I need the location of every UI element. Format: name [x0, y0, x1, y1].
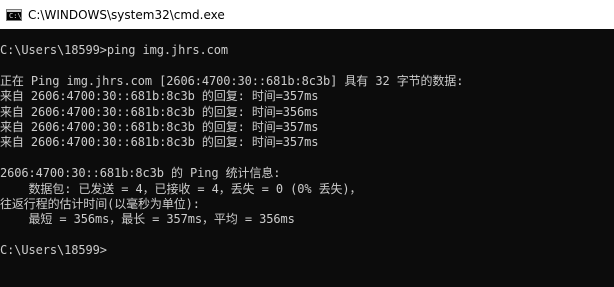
- console-line-prompt[interactable]: C:\Users\18599>: [0, 243, 614, 258]
- console-line-reply: 来自 2606:4700:30::681b:8c3b 的回复: 时间=357ms: [0, 135, 319, 150]
- console-line-ping-header: 正在 Ping img.jhrs.com [2606:4700:30::681b…: [0, 73, 464, 88]
- console-line-reply: 来自 2606:4700:30::681b:8c3b 的回复: 时间=357ms: [0, 89, 319, 104]
- cmd-console-icon[interactable]: C:\: [6, 8, 22, 21]
- prompt-glyph: C:\: [9, 11, 22, 20]
- console-line-rtt-values: 最短 = 356ms，最长 = 357ms，平均 = 356ms: [0, 212, 295, 227]
- console-line-reply: 来自 2606:4700:30::681b:8c3b 的回复: 时间=357ms: [0, 119, 319, 134]
- console-line-reply: 来自 2606:4700:30::681b:8c3b 的回复: 时间=356ms: [0, 104, 319, 119]
- console-line-command: C:\Users\18599>ping img.jhrs.com: [0, 43, 228, 57]
- console-line-rtt-header: 往返行程的估计时间(以毫秒为单位):: [0, 196, 200, 211]
- console-output[interactable]: C:\Users\18599>ping img.jhrs.com 正在 Ping…: [0, 29, 614, 287]
- console-line-statistics-header: 2606:4700:30::681b:8c3b 的 Ping 统计信息:: [0, 166, 281, 181]
- title-bar[interactable]: C:\ C:\WINDOWS\system32\cmd.exe: [0, 0, 614, 29]
- cmd-window: C:\ C:\WINDOWS\system32\cmd.exe C:\Users…: [0, 0, 614, 287]
- window-title: C:\WINDOWS\system32\cmd.exe: [28, 7, 225, 22]
- console-line-packets: 数据包: 已发送 = 4，已接收 = 4，丢失 = 0 (0% 丢失)，: [0, 181, 362, 196]
